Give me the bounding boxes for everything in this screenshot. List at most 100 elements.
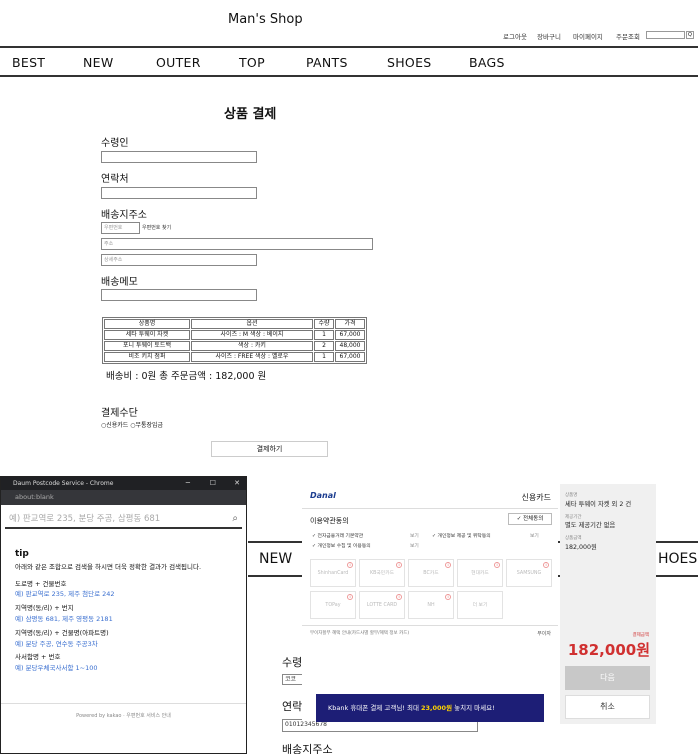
underlay-nav-shoes: HOES: [658, 551, 698, 567]
danal-title: 신용카드: [521, 493, 551, 502]
search-icon[interactable]: ⌕: [232, 509, 238, 529]
recipient-input[interactable]: [101, 151, 257, 163]
term-item[interactable]: ✓ 개인정보 수집 및 이용동의: [312, 542, 371, 549]
term-view-link[interactable]: 보기: [530, 532, 539, 539]
postcode-search-input[interactable]: 예) 판교역로 235, 분당 주공, 삼평동 681 ⌕: [5, 509, 242, 529]
benefit-badge-icon: i: [543, 562, 549, 568]
header-search-button[interactable]: Q: [686, 31, 694, 39]
underlay-nav-new: NEW: [259, 551, 293, 567]
tip-example: 예) 판교역로 235, 제주 첨단로 242: [15, 590, 115, 599]
address-detail-input[interactable]: 상세주소: [101, 254, 257, 266]
underlay-address-label: 배송지주소: [282, 743, 333, 754]
benefit-badge-icon: i: [445, 594, 451, 600]
benefit-badge-icon: i: [445, 562, 451, 568]
nav-item-bags[interactable]: BAGS: [469, 55, 505, 70]
cell-option: 사이즈 : M 색상 : 베이지: [191, 330, 313, 340]
cancel-button[interactable]: 취소: [565, 695, 650, 719]
address-label: 배송지주소: [101, 210, 147, 221]
nav-item-best[interactable]: BEST: [12, 55, 45, 70]
order-lookup-link[interactable]: 주문조회: [616, 31, 640, 41]
card-label: KB국민카드: [369, 571, 395, 576]
address-input[interactable]: 주소: [101, 238, 373, 250]
nav-item-top[interactable]: TOP: [239, 55, 265, 70]
danal-payment-popup: Danal 신용카드 이용약관동의 ✓ 전체동의 ✓ 전자금융거래 기본약관 보…: [302, 480, 558, 721]
card-kb[interactable]: KB국민카드 i: [359, 559, 405, 587]
card-nh[interactable]: NH i: [408, 591, 454, 619]
card-label: NH: [427, 603, 435, 608]
phone-input[interactable]: [101, 187, 257, 199]
card-hyundai[interactable]: 현대카드 i: [457, 559, 503, 587]
card-label: SAMSUNG: [516, 571, 542, 576]
card-label: ShinhanCard: [317, 571, 349, 576]
divider: [302, 508, 558, 509]
postcode-titlebar: Daum Postcode Service - Chrome ─ ☐ ✕: [1, 477, 246, 490]
nav-item-outer[interactable]: OUTER: [156, 55, 201, 70]
cell-option: 색상 : 카키: [191, 341, 313, 351]
header-search-input[interactable]: [646, 31, 685, 39]
term-view-link[interactable]: 보기: [410, 542, 419, 549]
cart-link[interactable]: 장바구니: [537, 31, 561, 41]
nav-top-border: [0, 46, 698, 48]
maximize-icon[interactable]: ☐: [210, 477, 216, 490]
card-samsung[interactable]: SAMSUNG i: [506, 559, 552, 587]
card-lotte[interactable]: LOTTE CARD i: [359, 591, 405, 619]
period-value: 별도 제공기간 없음: [565, 522, 616, 529]
benefit-badge-icon: i: [494, 562, 500, 568]
col-product: 상품명: [104, 319, 190, 329]
payment-method-radios[interactable]: ○신용카드 ○무통장입금: [101, 420, 163, 429]
nav-item-shoes[interactable]: SHOES: [387, 55, 432, 70]
card-more[interactable]: 더 보기: [457, 591, 503, 619]
postcode-footer: Powered by kakao · 우편번호 서비스 안내: [1, 703, 246, 719]
term-item[interactable]: ✓ 전자금융거래 기본약관: [312, 532, 363, 539]
agree-all-button[interactable]: ✓ 전체동의: [508, 513, 552, 525]
page-title: 상품 결제: [224, 107, 277, 122]
card-label: 현대카드: [471, 571, 489, 576]
pay-button[interactable]: 결제하기: [211, 441, 328, 457]
card-shinhan[interactable]: ShinhanCard i: [310, 559, 356, 587]
card-label: BC카드: [423, 571, 439, 576]
cell-product: 포니 투웨이 토드백: [104, 341, 190, 351]
term-view-link[interactable]: 보기: [410, 532, 419, 539]
zipcode-input[interactable]: 우편번호: [101, 222, 140, 234]
term-label: 개인정보 제공 및 위탁동의: [437, 534, 491, 539]
danal-installment-note: 무이자할부 혜택 안내(카드사별 할부/혜택 정보 카드): [310, 631, 410, 636]
cell-price: 67,000: [335, 352, 365, 362]
postcode-url: about:blank: [15, 493, 54, 501]
col-qty: 수량: [314, 319, 334, 329]
tip-label: 사서함명 + 번호: [15, 653, 61, 662]
postcode-search-placeholder: 예) 판교역로 235, 분당 주공, 삼평동 681: [9, 514, 161, 524]
tip-title: tip: [15, 549, 29, 559]
next-button[interactable]: 다음: [565, 666, 650, 690]
amount-value: 182,000원: [565, 544, 597, 551]
postcode-window-title: Daum Postcode Service - Chrome: [13, 480, 114, 487]
table-row: 세타 투웨이 자켓 사이즈 : M 색상 : 베이지 1 67,000: [104, 330, 365, 340]
close-icon[interactable]: ✕: [234, 477, 240, 490]
order-summary: 배송비 : 0원 총 주문금액 : 182,000 원: [106, 371, 267, 382]
benefit-badge-icon: i: [396, 562, 402, 568]
tip-example: 예) 분당 주공, 연수동 주공3차: [15, 639, 98, 648]
card-bc[interactable]: BC카드 i: [408, 559, 454, 587]
mypage-link[interactable]: 마이페이지: [573, 31, 603, 41]
nav-bottom-border: [0, 75, 698, 77]
nav-item-pants[interactable]: PANTS: [306, 55, 348, 70]
zipcode-search-button[interactable]: 우편번호 찾기: [142, 224, 171, 231]
cell-qty: 1: [314, 330, 334, 340]
payment-method-label: 결제수단: [101, 408, 138, 419]
no-interest-link[interactable]: 무이자: [537, 630, 551, 637]
order-table-header: 상품명 옵션 수량 가격: [104, 319, 365, 329]
underlay-phone-label: 연락: [282, 700, 303, 713]
tip-description: 아래와 같은 조합으로 검색을 하시면 더욱 정확한 결과가 검색됩니다.: [15, 562, 202, 571]
banner-highlight: 23,000원: [421, 704, 453, 712]
minimize-icon[interactable]: ─: [186, 477, 190, 490]
table-row: 비조 키치 점퍼 사이즈 : FREE 색상 : 옐로우 1 67,000: [104, 352, 365, 362]
tip-label: 도로명 + 건물번호: [15, 579, 67, 588]
term-item[interactable]: ✓ 개인정보 제공 및 위탁동의: [432, 532, 491, 539]
cell-qty: 2: [314, 341, 334, 351]
card-topay[interactable]: TOPay i: [310, 591, 356, 619]
brand-logo[interactable]: Man's Shop: [228, 12, 303, 27]
memo-input[interactable]: [101, 289, 257, 301]
nav-item-new[interactable]: NEW: [83, 55, 114, 70]
table-row: 포니 투웨이 토드백 색상 : 카키 2 48,000: [104, 341, 365, 351]
logout-link[interactable]: 로그아웃: [503, 31, 527, 41]
kbank-banner[interactable]: Kbank 휴대폰 결제 고객님! 최대 23,000원 놓치지 마세요!: [316, 694, 544, 722]
